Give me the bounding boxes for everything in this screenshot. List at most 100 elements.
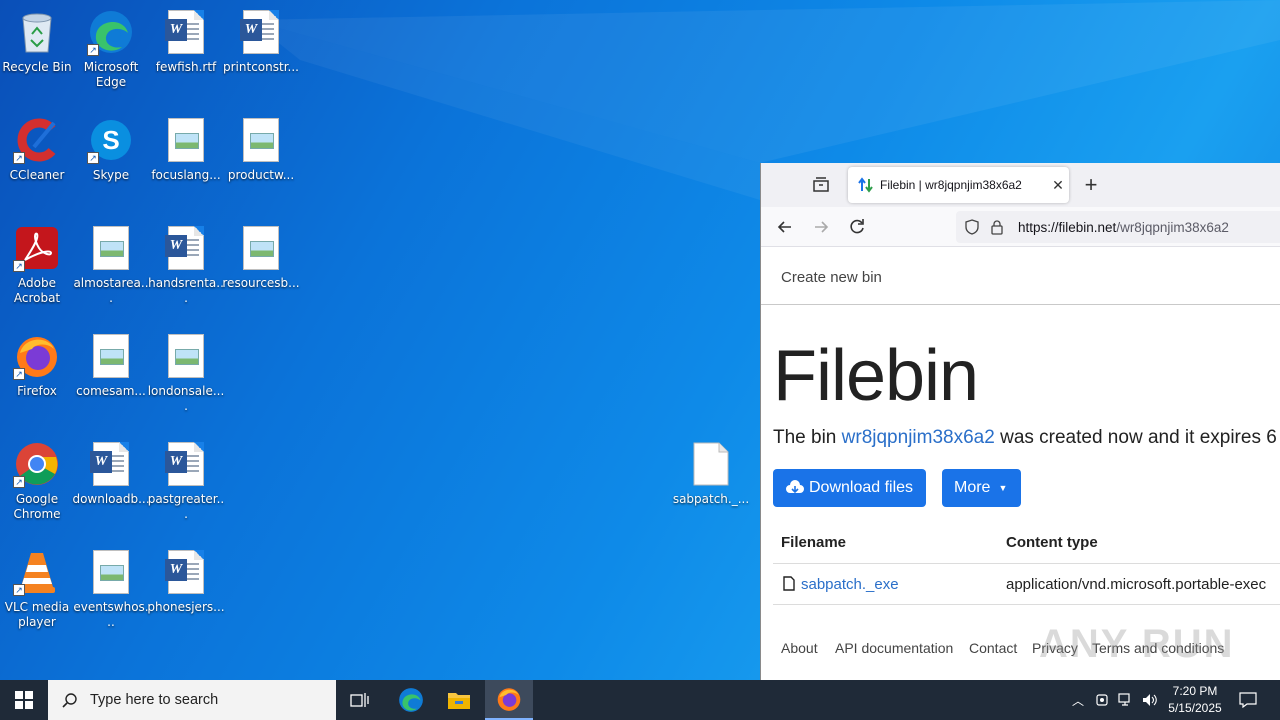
bin-description: The bin wr8jqpnjim38x6a2 was created now… [773,427,1280,449]
more-label: More [954,479,991,496]
caret-down-icon: ▼ [998,483,1008,493]
taskbar-firefox-button[interactable] [485,680,533,720]
download-files-button[interactable]: Download files [773,469,926,507]
lock-icon[interactable] [990,219,1004,235]
search-icon [62,693,77,708]
desktop-icon-recycle-bin[interactable]: Recycle Bin [0,8,74,75]
volume-icon[interactable] [1140,680,1160,720]
task-view-button[interactable] [336,680,384,720]
desktop-icon-label: handsrenta... [148,276,224,305]
desktop-icon-label: Google Chrome [13,492,61,521]
footer-about-link[interactable]: About [781,640,818,656]
image-file-icon [93,334,129,378]
web-page: Create new bin Filebin The bin wr8jqpnji… [761,247,1280,680]
footer-contact-link[interactable]: Contact [969,640,1017,656]
desktop-icon-label: Adobe Acrobat [13,276,61,305]
shortcut-arrow-icon: ↗ [87,152,99,164]
desktop-icon-skype[interactable]: S ↗ Skype [74,116,148,183]
desktop-icon-label: downloadb... [72,492,150,506]
url-bar[interactable]: https://filebin.net/wr8jqpnjim38x6a2 [956,211,1280,243]
desktop-icon-label: productw... [227,168,295,182]
desktop-icon-edge[interactable]: ↗ Microsoft Edge [74,8,148,90]
desktop-icon-pastgreater[interactable]: W pastgreater... [148,440,224,522]
chevron-up-icon: ︿ [1071,693,1084,708]
download-files-label: Download files [809,479,914,496]
desktop-icon-handsrenta[interactable]: W handsrenta... [148,224,224,306]
network-icon[interactable] [1116,680,1136,720]
edge-icon [399,688,423,712]
tab-filebin[interactable]: Filebin | wr8jqpnjim38x6a2 ✕ [848,167,1069,203]
desktop-icon-resourcesb[interactable]: resourcesb... [222,224,300,291]
page-title: Filebin [773,336,979,416]
desktop-icon-chrome[interactable]: ↗ Google Chrome [0,440,74,522]
recycle-bin-icon [22,13,52,53]
shortcut-arrow-icon: ↗ [13,476,25,488]
desktop-icon-label: Firefox [17,384,57,398]
show-hidden-icons-button[interactable]: ︿ [1068,680,1088,720]
start-button[interactable] [0,680,48,720]
desktop-icon-label: CCleaner [9,168,65,182]
shortcut-arrow-icon: ↗ [13,260,25,272]
tab-title: Filebin | wr8jqpnjim38x6a2 [880,178,1022,192]
desktop-icon-londonsale[interactable]: londonsale.... [147,332,225,414]
taskbar-search-box[interactable]: Type here to search [48,680,336,720]
tracking-shield-icon[interactable] [964,219,980,235]
navigation-bar: https://filebin.net/wr8jqpnjim38x6a2 [761,207,1280,247]
filebin-favicon-icon [858,177,873,193]
desktop-icon-focuslang[interactable]: focuslang... [149,116,223,183]
reload-icon[interactable] [847,217,867,237]
forward-icon[interactable] [811,217,831,237]
desktop-icon-ccleaner[interactable]: ↗ CCleaner [0,116,74,183]
desktop-icon-productw[interactable]: productw... [224,116,298,183]
firefox-icon [497,688,521,711]
desktop-icon-label: eventswhos... [73,600,149,629]
cloud-download-icon [786,480,804,494]
file-icon [783,576,795,591]
shortcut-arrow-icon: ↗ [87,44,99,56]
table-divider [773,563,1280,564]
new-tab-button[interactable]: + [1081,173,1101,197]
taskbar-file-explorer-button[interactable] [435,680,483,720]
table-divider [773,604,1280,605]
desktop-icon-label: resourcesb... [222,276,300,290]
tray-meet-now-icon[interactable] [1092,680,1112,720]
back-icon[interactable] [775,217,795,237]
desktop-icon-label: Skype [92,168,130,182]
file-link[interactable]: sabpatch._exe [801,576,899,593]
clock-time: 7:20 PM [1172,684,1218,698]
bin-id-link[interactable]: wr8jqpnjim38x6a2 [842,427,995,448]
desktop-icon-fewfish[interactable]: W fewfish.rtf [149,8,223,75]
column-header-content-type: Content type [1006,534,1098,551]
desktop-icon-eventswhos[interactable]: eventswhos... [73,548,149,630]
footer-api-docs-link[interactable]: API documentation [835,640,953,656]
image-file-icon [93,550,129,594]
shortcut-arrow-icon: ↗ [13,152,25,164]
column-header-filename: Filename [781,534,847,551]
desktop-icon-downloadb[interactable]: W downloadb... [72,440,150,507]
desktop-icon-phonesjers[interactable]: W phonesjers... [147,548,225,615]
taskbar: Type here to search ︿ 7:20 PM 5/15/2025 [0,680,1280,720]
list-all-tabs-icon[interactable] [811,175,831,195]
taskbar-clock[interactable]: 7:20 PM 5/15/2025 [1160,683,1230,717]
desktop-icon-printconstr[interactable]: W printconstr... [223,8,299,75]
firefox-window: Filebin | wr8jqpnjim38x6a2 ✕ + https://f… [760,163,1280,680]
desktop-icon-vlc[interactable]: ↗ VLC media player [0,548,74,630]
word-doc-icon: W [165,442,204,486]
desktop-icon-almostarea[interactable]: almostarea... [73,224,149,306]
image-file-icon [168,118,204,162]
desktop-icon-label: almostarea... [73,276,149,305]
taskbar-edge-button[interactable] [387,680,435,720]
desktop-icon-firefox[interactable]: ↗ Firefox [0,332,74,399]
create-new-bin-link[interactable]: Create new bin [781,269,882,286]
action-center-button[interactable] [1234,680,1262,720]
search-placeholder: Type here to search [90,692,219,708]
desktop-icon-comesam[interactable]: comesam... [74,332,148,399]
desktop-icon-label: londonsale.... [147,384,225,413]
more-dropdown-button[interactable]: More ▼ [942,469,1021,507]
desktop-icon-acrobat[interactable]: ↗ Adobe Acrobat [0,224,74,306]
tab-close-icon[interactable]: ✕ [1047,177,1069,194]
table-row: sabpatch._exe [783,576,899,593]
desktop-icon-sabpatch[interactable]: sabpatch._... [673,440,749,507]
url-host: https://filebin.net [1018,219,1117,235]
word-doc-icon: W [165,226,204,270]
